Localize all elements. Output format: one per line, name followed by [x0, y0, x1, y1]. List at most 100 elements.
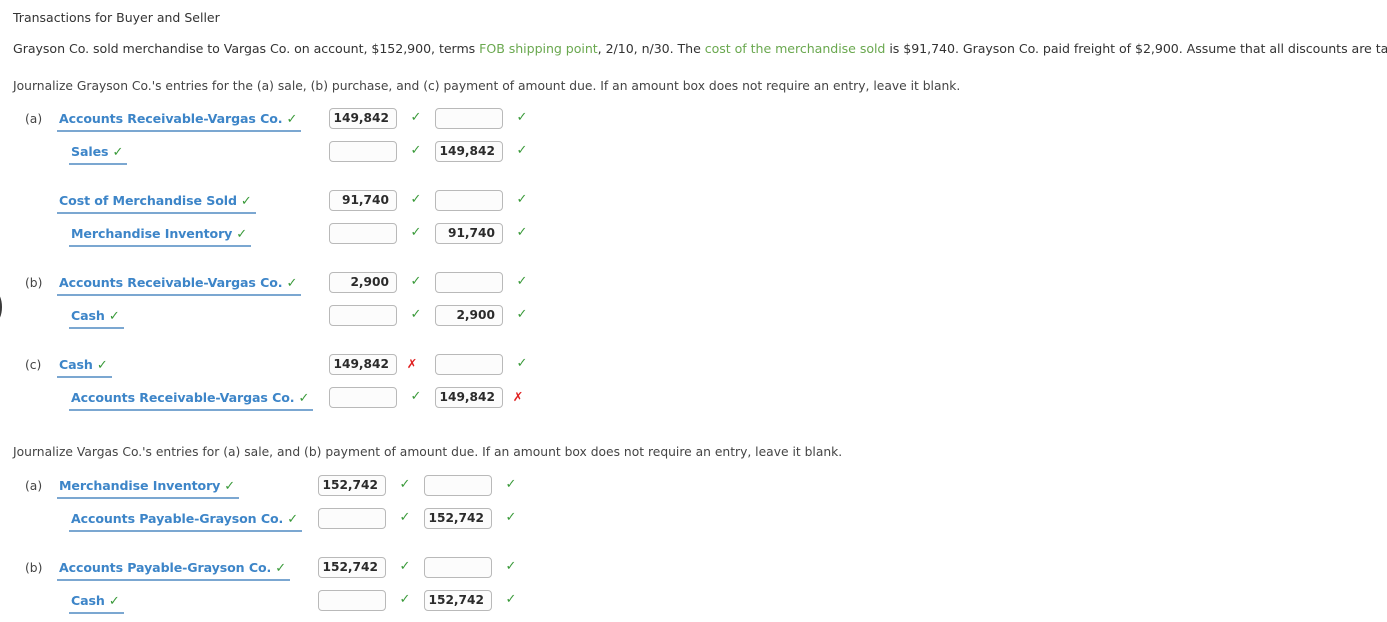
entry-marker: (b) — [25, 276, 43, 290]
credit-amount-input[interactable]: 152,742 — [424, 508, 492, 529]
account-title-correct-icon: ✓ — [287, 512, 299, 527]
account-title-correct-icon: ✓ — [275, 561, 287, 576]
instruction-vargas: Journalize Vargas Co.'s entries for (a) … — [13, 445, 843, 459]
credit-amount-correct-icon: ✓ — [516, 192, 528, 207]
debit-amount-input[interactable]: 2,900 — [329, 272, 397, 293]
account-title-correct-icon: ✓ — [108, 309, 120, 324]
debit-amount-input[interactable] — [318, 590, 386, 611]
debit-amount-input[interactable] — [329, 141, 397, 162]
problem-text-part1: Grayson Co. sold merchandise to Vargas C… — [13, 41, 480, 56]
account-title-correct-icon: ✓ — [112, 145, 124, 160]
account-title-field[interactable]: Cash ✓ — [69, 592, 124, 614]
credit-amount-input[interactable]: 2,900 — [435, 305, 503, 326]
credit-amount-input[interactable] — [435, 354, 503, 375]
account-title-label: Cash — [59, 357, 93, 372]
debit-amount-correct-icon: ✓ — [399, 559, 411, 574]
problem-term-cogs: cost of the merchandise sold — [704, 41, 886, 56]
journal-entry-row: Accounts Receivable-Vargas Co. ✓ ✓ 149,842 ✗ — [0, 387, 1387, 413]
credit-amount-correct-icon: ✓ — [516, 307, 528, 322]
problem-term-fob: FOB shipping point — [479, 41, 598, 56]
account-title-field[interactable]: Accounts Receivable-Vargas Co. ✓ — [57, 110, 302, 132]
account-title-label: Accounts Receivable-Vargas Co. — [71, 390, 295, 405]
credit-amount-input[interactable] — [435, 272, 503, 293]
account-title-field[interactable]: Accounts Receivable-Vargas Co. ✓ — [57, 274, 302, 296]
debit-amount-correct-icon: ✓ — [410, 307, 422, 322]
account-title-field[interactable]: Cash ✓ — [57, 356, 112, 378]
debit-amount-correct-icon: ✓ — [399, 510, 411, 525]
account-title-correct-icon: ✓ — [286, 112, 298, 127]
account-title-correct-icon: ✓ — [224, 479, 236, 494]
debit-amount-incorrect-icon: ✗ — [406, 356, 418, 371]
account-title-field[interactable]: Merchandise Inventory ✓ — [57, 477, 240, 499]
credit-amount-input[interactable]: 91,740 — [435, 223, 503, 244]
credit-amount-correct-icon: ✓ — [516, 274, 528, 289]
journal-entry-row: Cost of Merchandise Sold ✓ 91,740 ✓ ✓ — [0, 190, 1387, 216]
page-title: Transactions for Buyer and Seller — [13, 10, 220, 25]
debit-amount-input[interactable] — [329, 387, 397, 408]
journal-entry-row: Accounts Payable-Grayson Co. ✓ ✓ 152,742 ✓ — [0, 508, 1387, 534]
problem-text-part2: , 2/10, n/30. The — [597, 41, 705, 56]
debit-amount-correct-icon: ✓ — [410, 192, 422, 207]
journal-entry-row: (a) Accounts Receivable-Vargas Co. ✓ 149,84… — [0, 108, 1387, 134]
debit-amount-input[interactable] — [329, 223, 397, 244]
journal-entry-row: Cash ✓ ✓ 152,742 ✓ — [0, 590, 1387, 616]
account-title-label: Accounts Receivable-Vargas Co. — [59, 111, 283, 126]
entry-marker: (b) — [25, 561, 43, 575]
entry-marker: (a) — [25, 112, 43, 126]
journal-entry-row: (b) Accounts Receivable-Vargas Co. ✓ 2,900 ✓… — [0, 272, 1387, 298]
account-title-correct-icon: ✓ — [286, 276, 298, 291]
account-title-correct-icon: ✓ — [236, 227, 248, 242]
account-title-correct-icon: ✓ — [108, 594, 120, 609]
credit-amount-correct-icon: ✓ — [505, 510, 517, 525]
account-title-label: Sales — [71, 144, 109, 159]
debit-amount-input[interactable]: 152,742 — [318, 557, 386, 578]
credit-amount-input[interactable]: 152,742 — [424, 590, 492, 611]
debit-amount-input[interactable] — [318, 508, 386, 529]
debit-amount-input[interactable]: 149,842 — [329, 354, 397, 375]
credit-amount-correct-icon: ✓ — [505, 559, 517, 574]
debit-amount-input[interactable] — [329, 305, 397, 326]
entry-marker: (c) — [25, 358, 42, 372]
account-title-correct-icon: ✓ — [96, 358, 108, 373]
credit-amount-correct-icon: ✓ — [516, 110, 528, 125]
journal-entry-row: (a) Merchandise Inventory ✓ 152,742 ✓ ✓ — [0, 475, 1387, 501]
debit-amount-correct-icon: ✓ — [410, 225, 422, 240]
account-title-label: Cost of Merchandise Sold — [59, 193, 237, 208]
credit-amount-input[interactable] — [424, 557, 492, 578]
account-title-label: Cash — [71, 308, 105, 323]
journal-entry-row: Merchandise Inventory ✓ ✓ 91,740 ✓ — [0, 223, 1387, 249]
credit-amount-correct-icon: ✓ — [516, 143, 528, 158]
problem-statement: Grayson Co. sold merchandise to Vargas C… — [13, 41, 1387, 56]
credit-amount-correct-icon: ✓ — [516, 225, 528, 240]
account-title-field[interactable]: Accounts Receivable-Vargas Co. ✓ — [69, 389, 314, 411]
credit-amount-correct-icon: ✓ — [505, 592, 517, 607]
debit-amount-correct-icon: ✓ — [399, 592, 411, 607]
debit-amount-input[interactable]: 152,742 — [318, 475, 386, 496]
journal-entry-row: (c) Cash ✓ 149,842 ✗ ✓ — [0, 354, 1387, 380]
debit-amount-input[interactable]: 91,740 — [329, 190, 397, 211]
account-title-field[interactable]: Accounts Payable-Grayson Co. ✓ — [69, 510, 303, 532]
debit-amount-correct-icon: ✓ — [410, 110, 422, 125]
entry-marker: (a) — [25, 479, 43, 493]
account-title-field[interactable]: Cost of Merchandise Sold ✓ — [57, 192, 256, 214]
account-title-label: Accounts Payable-Grayson Co. — [59, 560, 272, 575]
account-title-field[interactable]: Merchandise Inventory ✓ — [69, 225, 252, 247]
instruction-grayson: Journalize Grayson Co.'s entries for the… — [13, 79, 961, 93]
credit-amount-input[interactable] — [435, 108, 503, 129]
credit-amount-input[interactable]: 149,842 — [435, 387, 503, 408]
debit-amount-input[interactable]: 149,842 — [329, 108, 397, 129]
debit-amount-correct-icon: ✓ — [399, 477, 411, 492]
account-title-correct-icon: ✓ — [240, 194, 252, 209]
credit-amount-incorrect-icon: ✗ — [512, 389, 524, 404]
account-title-label: Merchandise Inventory — [71, 226, 233, 241]
account-title-field[interactable]: Accounts Payable-Grayson Co. ✓ — [57, 559, 291, 581]
credit-amount-input[interactable]: 149,842 — [435, 141, 503, 162]
debit-amount-correct-icon: ✓ — [410, 143, 422, 158]
account-title-field[interactable]: Cash ✓ — [69, 307, 124, 329]
credit-amount-input[interactable] — [435, 190, 503, 211]
account-title-label: Cash — [71, 593, 105, 608]
account-title-label: Accounts Payable-Grayson Co. — [71, 511, 284, 526]
credit-amount-correct-icon: ✓ — [516, 356, 528, 371]
account-title-field[interactable]: Sales ✓ — [69, 143, 128, 165]
credit-amount-input[interactable] — [424, 475, 492, 496]
